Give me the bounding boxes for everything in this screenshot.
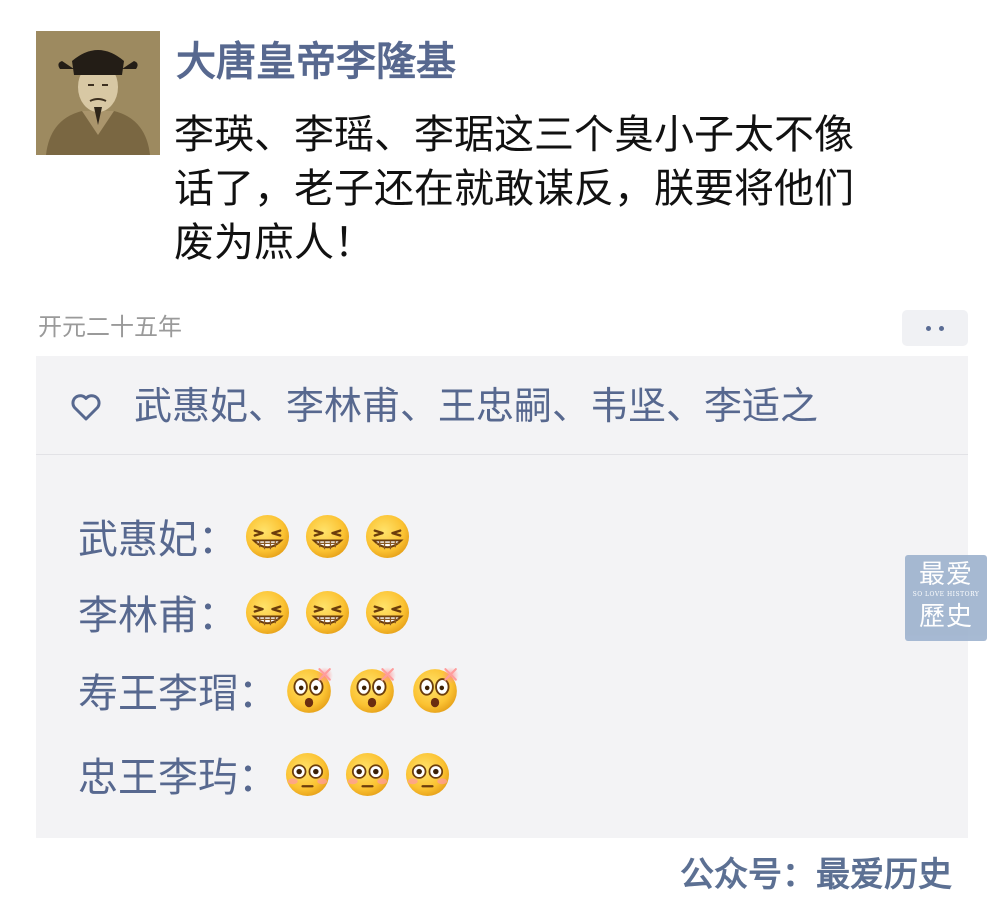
comment-row: 武惠妃 ： [78,506,424,566]
comment-row: 寿王李瑁 ： [78,660,473,720]
footer-account-label: 公众号：最爱历史 [680,855,952,895]
grin-emoji-icon [364,589,411,636]
grin-emoji-icon [244,513,291,560]
grin-emoji-icon [244,589,291,636]
watermark-middle-text: SO LOVE HISTORY [912,591,980,598]
grin-emoji-icon [304,513,351,560]
comment-separator: ： [198,517,238,563]
heart-icon [71,394,101,421]
watermark-top-text: 最爱 [918,560,973,590]
flushed-emoji-icon [344,751,391,798]
dot-icon [926,325,931,331]
post-timestamp: 开元二十五年 [38,313,182,341]
post-text: 李瑛、李瑶、李琚这三个臭小子太不像 话了，老子还在就敢谋反，朕要将他们 废为庶人… [174,108,964,270]
comment-author[interactable]: 寿王李瑁 [78,661,238,719]
shocked-emoji-icon [410,665,460,715]
post-text-line: 李瑛、李瑶、李琚这三个臭小子太不像 [174,112,854,158]
comment-row: 李林甫 ： [78,582,424,642]
interaction-panel: 武惠妃、李林甫、王忠嗣、韦坚、李适之 武惠妃 ： 李林甫 ： 寿王李瑁 ： 忠王… [36,356,968,838]
comment-author[interactable]: 武惠妃 [78,507,198,565]
likes-row: 武惠妃、李林甫、王忠嗣、韦坚、李适之 [36,356,968,455]
post-text-line: 废为庶人！ [174,220,374,266]
post-text-line: 话了，老子还在就敢谋反，朕要将他们 [174,166,854,212]
watermark-bottom-text: 歷史 [918,602,973,632]
grin-emoji-icon [304,589,351,636]
flushed-emoji-icon [404,751,451,798]
post-author[interactable]: 大唐皇帝李隆基 [176,36,456,88]
flushed-emoji-icon [284,751,331,798]
portrait-icon [36,31,160,155]
more-button[interactable] [902,310,968,346]
comment-row: 忠王李玙 ： [78,744,464,804]
comment-separator: ： [238,671,278,717]
shocked-emoji-icon [284,665,334,715]
shocked-emoji-icon [347,665,397,715]
comment-separator: ： [198,593,238,639]
likes-names[interactable]: 武惠妃、李林甫、王忠嗣、韦坚、李适之 [134,382,818,430]
dot-icon [939,325,944,331]
avatar[interactable] [36,31,160,155]
watermark-logo: 最爱 SO LOVE HISTORY 歷史 [905,555,987,641]
comment-separator: ： [238,755,278,801]
comment-author[interactable]: 忠王李玙 [78,745,238,803]
grin-emoji-icon [364,513,411,560]
comment-author[interactable]: 李林甫 [78,583,198,641]
